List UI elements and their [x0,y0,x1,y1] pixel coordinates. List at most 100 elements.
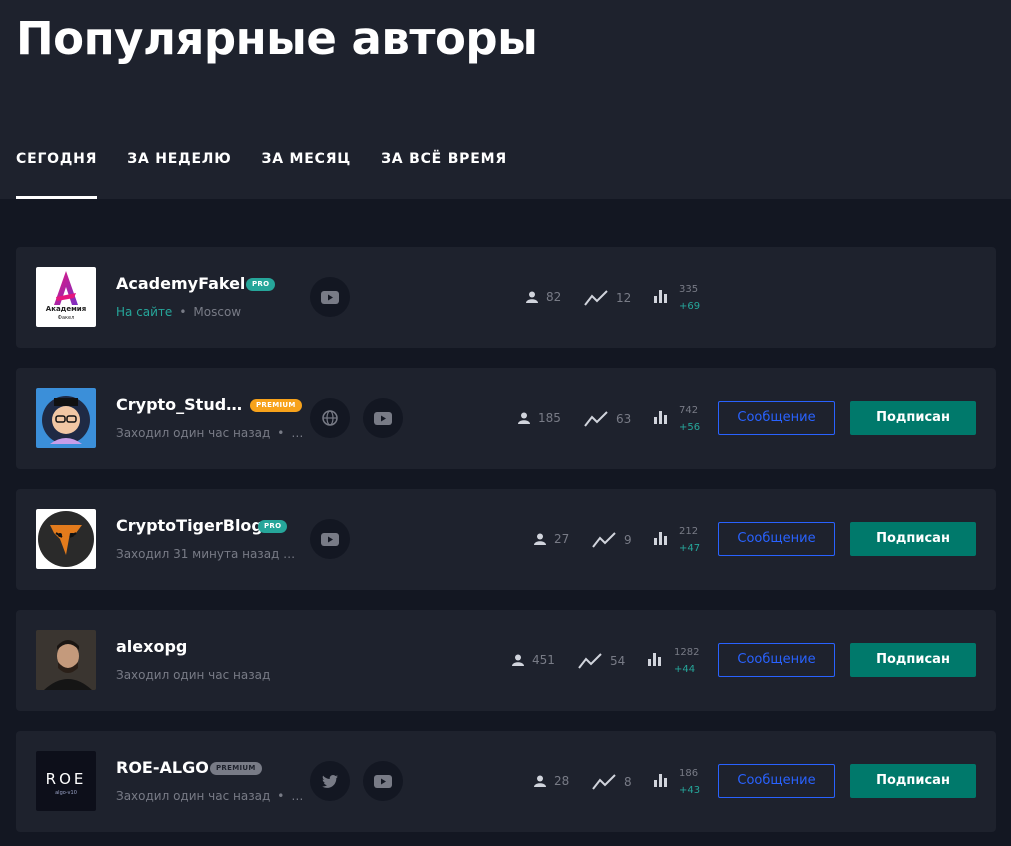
author-status: Заходил 31 минута назад … [116,547,295,561]
rank-stat [654,290,676,303]
bar-chart-icon [654,532,667,545]
tiger-avatar-icon [38,511,94,567]
tab-week[interactable]: ЗА НЕДЕЛЮ [127,150,231,199]
author-name[interactable]: Crypto_Stud… [116,395,242,414]
youtube-link[interactable] [310,519,350,559]
author-name[interactable]: alexopg [116,637,187,656]
rank-delta: +43 [679,785,701,796]
avatar-text-line2: Факел [57,315,75,321]
ideas-stat: 63 [584,411,631,427]
rank-delta: +44 [674,664,696,675]
separator-dot: • [179,305,187,319]
subscribed-button[interactable]: Подписан [850,643,976,677]
message-button[interactable]: Сообщение [718,522,835,556]
author-location: … [291,789,304,803]
author-card: Академия Факел AcademyFakel PRO На сайте… [16,247,996,348]
youtube-icon [374,411,392,425]
website-link[interactable] [310,398,350,438]
author-card: CryptoTigerBlog PRO Заходил 31 минута на… [16,489,996,590]
premium-badge: PREMIUM [250,399,302,412]
pro-badge: PRO [246,278,276,291]
user-icon [534,775,546,787]
rank-value: 742 [679,405,699,416]
message-button[interactable]: Сообщение [718,764,835,798]
pro-badge: PRO [258,520,288,533]
youtube-link[interactable] [310,277,350,317]
trend-icon [584,411,608,427]
followers-stat: 451 [512,653,555,667]
subscribed-button[interactable]: Подписан [850,764,976,798]
youtube-link[interactable] [363,761,403,801]
bar-chart-icon [654,290,667,303]
bar-chart-icon [654,774,667,787]
avatar-text-line2: algo-v10 [55,790,77,796]
followers-stat: 82 [526,290,561,304]
ideas-count: 8 [624,775,632,789]
author-card: Crypto_Stud… PREMIUM Заходил один час на… [16,368,996,469]
bar-chart-icon [654,411,667,424]
rank-delta: +47 [679,543,701,554]
author-status: На сайте • Moscow [116,305,241,319]
subscribed-button[interactable]: Подписан [850,522,976,556]
youtube-icon [321,290,339,304]
student-avatar-icon [42,396,90,444]
rank-delta: +69 [679,301,701,312]
author-location: … [291,426,304,440]
rank-values: 1282 +44 [674,644,699,678]
subscribed-button[interactable]: Подписан [850,401,976,435]
avatar[interactable] [36,509,96,569]
rank-values: 212 +47 [679,523,700,557]
rank-stat [654,411,676,424]
globe-icon [322,410,338,426]
youtube-icon [321,532,339,546]
followers-count: 82 [546,290,562,304]
user-icon [518,412,530,424]
author-name[interactable]: CryptoTigerBlog [116,516,263,535]
author-name[interactable]: ROE-ALGO [116,758,209,777]
author-name[interactable]: AcademyFakel [116,274,245,293]
avatar[interactable] [36,630,96,690]
rank-stat [654,774,676,787]
page-title: Популярные авторы [16,12,538,65]
trend-icon [578,653,602,669]
tab-today[interactable]: СЕГОДНЯ [16,150,98,199]
author-status: Заходил один час назад • … [116,789,303,803]
ideas-count: 63 [616,412,632,426]
last-seen: Заходил один час назад [116,789,271,803]
separator-dot: • [277,426,285,440]
rank-value: 1282 [674,647,700,658]
message-button[interactable]: Сообщение [718,401,835,435]
rank-value: 186 [679,768,699,779]
premium-badge: PREMIUM [210,762,262,775]
author-status: Заходил один час назад •… [116,426,303,440]
online-status: На сайте [116,305,173,319]
user-icon [512,654,524,666]
ideas-stat: 54 [578,653,625,669]
person-photo-icon [36,630,96,690]
separator-dot: • [277,789,285,803]
ideas-stat: 12 [584,290,631,306]
followers-count: 185 [538,411,561,425]
rank-value: 212 [679,526,699,537]
avatar[interactable]: ROE algo-v10 [36,751,96,811]
tab-all-time[interactable]: ЗА ВСЁ ВРЕМЯ [381,150,507,199]
twitter-link[interactable] [310,761,350,801]
message-button[interactable]: Сообщение [718,643,835,677]
avatar[interactable]: Академия Факел [36,267,96,327]
avatar[interactable] [36,388,96,448]
rank-stat [654,532,676,545]
youtube-link[interactable] [363,398,403,438]
author-status: Заходил один час назад [116,668,270,682]
ideas-stat: 8 [592,774,632,790]
last-seen: Заходил 31 минута назад … [116,547,296,561]
author-card: ROE algo-v10 ROE-ALGO PREMIUM Заходил од… [16,731,996,832]
followers-count: 28 [554,774,570,788]
followers-stat: 27 [534,532,569,546]
bar-chart-icon [648,653,661,666]
youtube-icon [374,774,392,788]
rank-values: 742 +56 [679,402,700,436]
followers-stat: 185 [518,411,561,425]
trend-icon [584,290,608,306]
tab-month[interactable]: ЗА МЕСЯЦ [261,150,351,199]
trend-icon [592,774,616,790]
